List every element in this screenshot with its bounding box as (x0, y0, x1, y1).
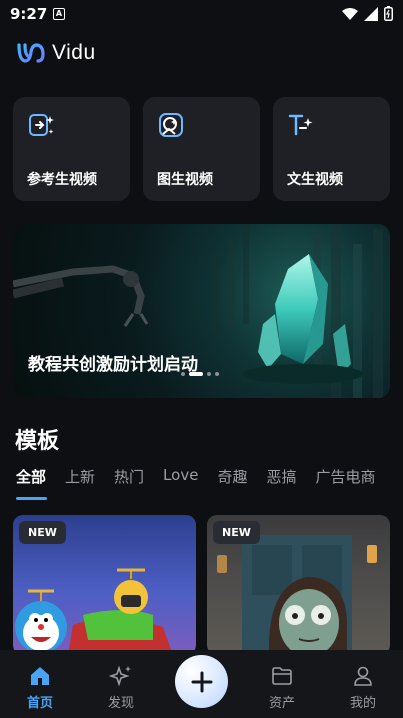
wifi-icon (342, 7, 358, 20)
tab-new[interactable]: 上新 (65, 466, 95, 500)
signal-icon (364, 6, 378, 21)
status-bar: 9:27 A (0, 0, 403, 28)
nav-profile[interactable]: 我的 (333, 664, 393, 711)
tab-hot[interactable]: 热门 (114, 466, 144, 500)
text-video-icon (288, 114, 313, 136)
nav-label: 首页 (26, 696, 53, 711)
status-time: 9:27 (10, 5, 48, 23)
nav-home[interactable]: 首页 (10, 664, 70, 711)
tab-prank[interactable]: 恶搞 (266, 466, 296, 500)
user-icon (354, 666, 372, 686)
sparkle-icon (109, 665, 131, 687)
vidu-logo-icon (17, 43, 45, 63)
app-logo: Vidu (16, 40, 96, 66)
creation-tools: 参考生视频 图生视频 文生视频 (13, 97, 390, 201)
app-name: Vidu (52, 41, 96, 64)
tool-reference-video[interactable]: 参考生视频 (13, 97, 130, 201)
template-tabs: 全部 上新 热门 Love 奇趣 恶搞 广告电商 (16, 466, 394, 500)
nav-label: 发现 (107, 696, 134, 711)
tool-label: 图生视频 (157, 172, 213, 188)
carousel-dot (215, 372, 219, 376)
carousel-dot (181, 372, 185, 376)
image-video-icon (159, 113, 183, 137)
create-button[interactable] (175, 655, 228, 708)
new-badge: NEW (213, 521, 260, 544)
template-grid: NEW NEW (13, 515, 390, 655)
tab-all[interactable]: 全部 (16, 466, 46, 500)
templates-title: 模板 (15, 429, 60, 454)
promo-banner[interactable]: 教程共创激励计划启动 (13, 224, 390, 398)
status-icons (342, 6, 393, 21)
nav-discover[interactable]: 发现 (91, 664, 151, 711)
home-icon (31, 667, 49, 685)
new-badge: NEW (19, 521, 66, 544)
carousel-dot-active (189, 372, 203, 376)
tool-image-video[interactable]: 图生视频 (143, 97, 260, 201)
tab-love[interactable]: Love (163, 466, 198, 500)
notification-icon: A (53, 8, 65, 20)
active-tab-indicator (16, 497, 47, 500)
tool-text-video[interactable]: 文生视频 (273, 97, 390, 201)
nav-label: 我的 (349, 696, 376, 711)
reference-video-icon (29, 114, 54, 136)
nav-label: 资产 (268, 696, 295, 711)
carousel-dot (207, 372, 211, 376)
plus-icon (191, 671, 212, 692)
template-card[interactable]: NEW (13, 515, 196, 655)
tab-ads[interactable]: 广告电商 (315, 466, 375, 500)
banner-title: 教程共创激励计划启动 (28, 355, 198, 375)
battery-icon (384, 6, 393, 21)
tab-fun[interactable]: 奇趣 (217, 466, 247, 500)
template-card[interactable]: NEW (207, 515, 390, 655)
tool-label: 参考生视频 (27, 172, 97, 188)
carousel-indicator (181, 372, 219, 376)
tool-label: 文生视频 (287, 172, 343, 188)
folder-icon (272, 667, 292, 685)
nav-assets[interactable]: 资产 (252, 664, 312, 711)
